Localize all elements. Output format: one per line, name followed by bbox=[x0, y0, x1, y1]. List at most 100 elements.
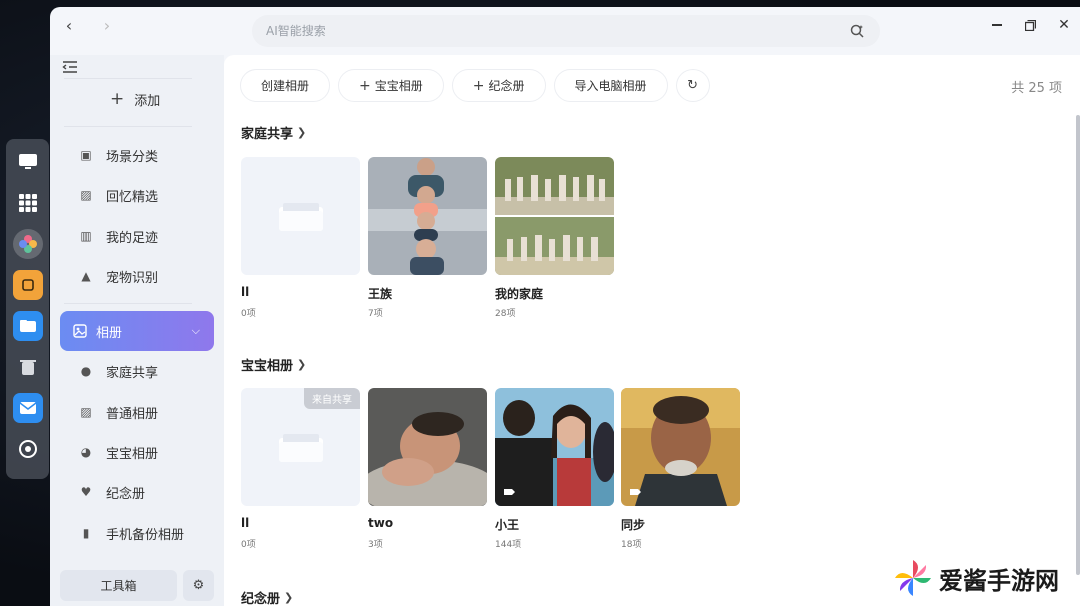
heart-album-icon: ♥ bbox=[80, 485, 92, 499]
monitor-icon[interactable] bbox=[13, 147, 43, 177]
album-thumbnail bbox=[241, 157, 360, 275]
forward-icon[interactable]: › bbox=[95, 13, 119, 37]
photo-album-window: ‹ › ✕ + 添加 ▣ 场景分类 ▨ 回忆 bbox=[50, 7, 1080, 606]
settings-app-icon[interactable] bbox=[13, 434, 43, 464]
section-title-memorial[interactable]: 纪念册 ❯ bbox=[241, 588, 293, 606]
pet-icon: ▲ bbox=[81, 269, 91, 283]
close-icon[interactable]: ✕ bbox=[1054, 15, 1074, 35]
section-title-label: 宝宝相册 bbox=[241, 359, 294, 374]
album-thumbnail bbox=[495, 388, 614, 506]
add-button[interactable]: + 添加 bbox=[110, 89, 160, 109]
album-card[interactable]: two 3项 bbox=[368, 388, 487, 550]
album-thumbnail bbox=[368, 157, 487, 275]
sidebar-item-label: 宠物识别 bbox=[106, 270, 159, 286]
sidebar-item-family-share[interactable]: ● 家庭共享 bbox=[60, 351, 214, 391]
sidebar-item-albums[interactable]: 相册 ⌵ bbox=[60, 311, 214, 351]
album-count: 144项 bbox=[495, 540, 522, 550]
ai-search-icon[interactable] bbox=[848, 22, 866, 40]
sidebar-item-label: 回忆精选 bbox=[106, 189, 159, 205]
import-label: 导入电脑相册 bbox=[574, 79, 647, 93]
back-icon[interactable]: ‹ bbox=[57, 13, 81, 37]
baby-photo-image bbox=[368, 388, 487, 506]
sidebar-item-label: 家庭共享 bbox=[106, 365, 159, 381]
sidebar-item-normal-albums[interactable]: ▨ 普通相册 bbox=[60, 392, 214, 432]
album-thumbnail bbox=[495, 157, 614, 275]
collapse-sidebar-icon[interactable] bbox=[62, 59, 80, 75]
sidebar-item-label: 手机备份相册 bbox=[106, 527, 185, 543]
trash-icon[interactable] bbox=[13, 352, 43, 382]
chevron-right-icon: ❯ bbox=[284, 591, 294, 604]
archive-app-icon[interactable] bbox=[12, 270, 43, 300]
album-thumbnail bbox=[368, 388, 487, 506]
add-memorial-button[interactable]: + 纪念册 bbox=[451, 69, 546, 102]
sidebar-item-memorial[interactable]: ♥ 纪念册 bbox=[60, 472, 214, 512]
album-count: 28项 bbox=[495, 309, 516, 319]
gear-icon[interactable]: ⚙ bbox=[183, 570, 214, 601]
album-card[interactable]: 王族 7项 bbox=[368, 157, 487, 319]
album-card[interactable]: 来自共享 ll 0项 bbox=[241, 388, 360, 550]
watermark-text: 爱酱手游网 bbox=[939, 566, 1059, 595]
plus-icon: + bbox=[472, 77, 485, 94]
sidebar-item-footprints[interactable]: ▥ 我的足迹 bbox=[60, 216, 214, 256]
import-pc-album-button[interactable]: 导入电脑相册 bbox=[553, 69, 668, 102]
minimize-icon[interactable] bbox=[987, 15, 1007, 35]
cloud-sync-icon bbox=[504, 489, 515, 495]
album-toolbar: 创建相册 + 宝宝相册 + 纪念册 导入电脑相册 ↻ bbox=[240, 69, 710, 102]
album-card[interactable]: ll 0项 bbox=[241, 157, 360, 319]
photo-icon: ▨ bbox=[80, 405, 92, 419]
sidebar-item-baby-albums[interactable]: ◕ 宝宝相册 bbox=[60, 432, 214, 472]
search-input[interactable] bbox=[252, 15, 812, 47]
section-title-baby[interactable]: 宝宝相册 ❯ bbox=[241, 355, 306, 374]
sidebar-item-phone-backup[interactable]: ▮ 手机备份相册 bbox=[60, 513, 214, 553]
section-title-label: 家庭共享 bbox=[241, 127, 294, 142]
sidebar-item-pets[interactable]: ▲ 宠物识别 bbox=[60, 256, 214, 296]
sidebar-item-scene[interactable]: ▣ 场景分类 bbox=[60, 135, 214, 175]
toolbox-button[interactable]: 工具箱 bbox=[60, 570, 177, 601]
scene-icon: ▣ bbox=[80, 148, 92, 162]
sidebar-item-label: 普通相册 bbox=[106, 406, 159, 422]
sidebar: + 添加 ▣ 场景分类 ▨ 回忆精选 ▥ 我的足迹 ▲ 宠物识别 相册 ⌵ ● … bbox=[50, 55, 224, 606]
chevron-down-icon[interactable]: ⌵ bbox=[192, 324, 200, 338]
album-card[interactable]: 我的家庭 28项 bbox=[495, 157, 614, 319]
add-label: 添加 bbox=[134, 93, 161, 109]
divider bbox=[64, 303, 192, 304]
image-icon: ▨ bbox=[80, 188, 92, 202]
album-card[interactable]: 同步 18项 bbox=[621, 388, 740, 550]
family-icon: ● bbox=[80, 364, 92, 378]
album-count: 0项 bbox=[241, 309, 256, 319]
album-icon bbox=[72, 323, 88, 339]
album-thumbnail bbox=[621, 388, 740, 506]
refresh-icon[interactable]: ↻ bbox=[675, 69, 710, 102]
plus-icon: + bbox=[110, 89, 125, 109]
create-album-button[interactable]: 创建相册 bbox=[240, 69, 331, 102]
add-baby-album-button[interactable]: + 宝宝相册 bbox=[338, 69, 444, 102]
family-photo-image bbox=[368, 157, 487, 275]
album-count: 0项 bbox=[241, 540, 256, 550]
chevron-right-icon: ❯ bbox=[297, 358, 307, 371]
album-name: 小王 bbox=[495, 518, 520, 532]
shared-badge: 来自共享 bbox=[304, 388, 360, 409]
sidebar-item-label: 宝宝相册 bbox=[106, 446, 159, 462]
album-card[interactable]: 小王 144项 bbox=[495, 388, 614, 550]
album-name: 我的家庭 bbox=[495, 287, 544, 301]
app-grid-icon[interactable] bbox=[13, 188, 43, 218]
search-bar bbox=[252, 15, 880, 47]
sidebar-item-label: 我的足迹 bbox=[106, 230, 159, 246]
files-app-icon[interactable] bbox=[12, 311, 43, 341]
plus-icon: + bbox=[359, 77, 371, 94]
maximize-icon[interactable] bbox=[1020, 15, 1040, 35]
album-name: 同步 bbox=[621, 518, 646, 532]
sidebar-item-memories[interactable]: ▨ 回忆精选 bbox=[60, 175, 214, 215]
mail-app-icon[interactable] bbox=[12, 393, 43, 423]
divider bbox=[64, 126, 192, 127]
section-title-family[interactable]: 家庭共享 ❯ bbox=[241, 123, 306, 142]
scrollbar[interactable] bbox=[1076, 115, 1080, 575]
empty-folder-icon bbox=[279, 434, 323, 462]
photos-app-icon[interactable] bbox=[12, 229, 43, 259]
baby-icon: ◕ bbox=[80, 445, 92, 459]
album-thumbnail: 来自共享 bbox=[241, 388, 360, 506]
family-group-image bbox=[495, 157, 614, 275]
cloud-sync-icon bbox=[630, 489, 641, 495]
dock bbox=[6, 139, 49, 479]
total-count: 共 25 项 bbox=[1011, 81, 1062, 96]
